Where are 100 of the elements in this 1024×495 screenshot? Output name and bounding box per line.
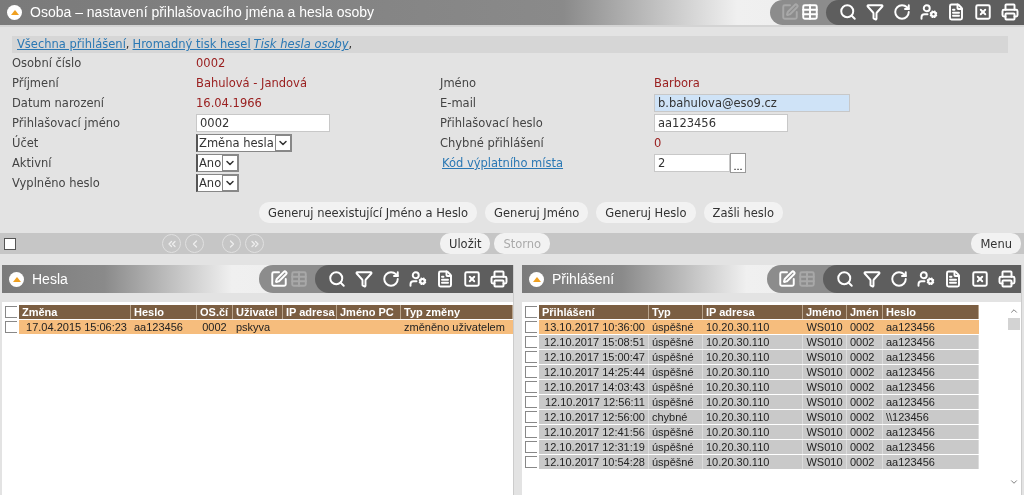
text-field[interactable]: 2 bbox=[654, 154, 730, 172]
column-header[interactable]: IP adresa bbox=[703, 304, 803, 319]
spreadsheet-export-icon[interactable] bbox=[970, 269, 990, 289]
email-field[interactable]: b.bahulova@eso9.cz bbox=[654, 94, 850, 112]
table-cell: WS010 bbox=[803, 394, 847, 409]
table-icon[interactable] bbox=[800, 2, 820, 23]
table-cell: 0002 bbox=[847, 364, 883, 379]
field-label: Aktivní bbox=[12, 156, 53, 170]
checkbox[interactable] bbox=[525, 425, 537, 438]
field-value: 0002 bbox=[196, 56, 226, 70]
action-button[interactable]: Generuj Heslo bbox=[596, 202, 696, 223]
search-icon[interactable] bbox=[835, 269, 855, 289]
checkbox[interactable] bbox=[525, 410, 537, 423]
column-header[interactable]: IP adresa bbox=[283, 304, 337, 319]
refresh-icon[interactable] bbox=[889, 269, 909, 289]
table-cell: 10.20.30.110 bbox=[703, 454, 803, 469]
table-cell: 12.10.2017 12:41:56 bbox=[539, 424, 649, 439]
checkbox[interactable] bbox=[525, 440, 537, 453]
column-header[interactable]: Typ bbox=[649, 304, 703, 319]
spreadsheet-export-icon[interactable] bbox=[973, 2, 993, 23]
menu-button[interactable]: Menu bbox=[971, 233, 1021, 254]
collapse-icon[interactable] bbox=[529, 271, 544, 287]
field-label: E-mail bbox=[440, 96, 478, 110]
table-cell: úspěšné bbox=[649, 454, 703, 469]
table-cell: WS010 bbox=[803, 319, 847, 334]
column-header[interactable]: Jméno bbox=[803, 304, 847, 319]
lookup-button[interactable]: ... bbox=[730, 153, 746, 173]
spreadsheet-export-icon[interactable] bbox=[462, 269, 482, 289]
document-icon[interactable] bbox=[946, 2, 966, 23]
text-field[interactable]: aa123456 bbox=[654, 114, 788, 132]
checkbox[interactable] bbox=[525, 320, 537, 333]
table-cell: 0002 bbox=[847, 334, 883, 349]
table-cell: WS010 bbox=[803, 409, 847, 424]
checkbox[interactable] bbox=[525, 455, 537, 468]
table-cell: 0002 bbox=[847, 379, 883, 394]
checkbox[interactable] bbox=[525, 305, 537, 318]
action-button[interactable]: Generuj neexistující Jméno a Heslo bbox=[259, 202, 478, 223]
user-gear-icon[interactable] bbox=[919, 2, 939, 23]
column-header[interactable]: Typ změny bbox=[401, 304, 513, 319]
checkbox[interactable] bbox=[4, 237, 16, 250]
edit-icon[interactable] bbox=[269, 269, 289, 289]
refresh-icon[interactable] bbox=[381, 269, 401, 289]
print-icon[interactable] bbox=[489, 269, 509, 289]
column-header[interactable]: Uživatel bbox=[233, 304, 283, 319]
action-button[interactable]: Generuj Jméno bbox=[485, 202, 589, 223]
print-icon[interactable] bbox=[1000, 2, 1020, 23]
table-cell: 0002 bbox=[847, 454, 883, 469]
search-icon[interactable] bbox=[838, 2, 858, 23]
document-icon[interactable] bbox=[435, 269, 455, 289]
search-icon[interactable] bbox=[327, 269, 347, 289]
table-cell: úspěšné bbox=[649, 439, 703, 454]
field-link[interactable]: Kód výplatního místa bbox=[440, 156, 654, 170]
column-header[interactable]: OS.čí bbox=[197, 304, 233, 319]
scroll-down-icon[interactable] bbox=[1009, 477, 1019, 487]
toolbar-button[interactable]: Uložit bbox=[440, 233, 491, 254]
link[interactable]: Tisk hesla osoby bbox=[253, 37, 349, 52]
checkbox[interactable] bbox=[525, 380, 537, 393]
dropdown[interactable]: Ano bbox=[196, 174, 240, 192]
column-header[interactable]: Změna bbox=[19, 304, 131, 319]
table-cell: aa123456 bbox=[883, 364, 979, 379]
filter-icon[interactable] bbox=[862, 269, 882, 289]
checkbox[interactable] bbox=[525, 365, 537, 378]
column-header[interactable]: Heslo bbox=[131, 304, 197, 319]
collapse-icon[interactable] bbox=[9, 271, 24, 287]
table-cell: 10.20.30.110 bbox=[703, 379, 803, 394]
filter-icon[interactable] bbox=[354, 269, 374, 289]
action-button[interactable]: Zašli heslo bbox=[703, 202, 784, 223]
print-icon[interactable] bbox=[997, 269, 1017, 289]
table-cell: úspěšné bbox=[649, 334, 703, 349]
table-cell: 10.20.30.110 bbox=[703, 439, 803, 454]
document-icon[interactable] bbox=[943, 269, 963, 289]
dropdown[interactable]: Ano bbox=[196, 154, 240, 172]
link[interactable]: Hromadný tisk hesel bbox=[132, 37, 251, 52]
checkbox[interactable] bbox=[525, 335, 537, 348]
table-cell: 12.10.2017 10:54:28 bbox=[539, 454, 649, 469]
checkbox[interactable] bbox=[525, 350, 537, 363]
field-label: Přihlašovací heslo bbox=[440, 116, 544, 130]
text-field[interactable]: 0002 bbox=[196, 114, 330, 132]
caret-icon bbox=[274, 135, 291, 151]
column-header[interactable]: Heslo bbox=[883, 304, 979, 319]
dropdown[interactable]: Změna hesla bbox=[196, 134, 292, 152]
checkbox[interactable] bbox=[525, 395, 537, 408]
checkbox[interactable] bbox=[5, 305, 17, 318]
user-gear-icon[interactable] bbox=[916, 269, 936, 289]
column-header[interactable]: Jmén bbox=[847, 304, 883, 319]
collapse-icon[interactable] bbox=[7, 4, 22, 20]
table-cell: 12.10.2017 15:08:51 bbox=[539, 334, 649, 349]
scroll-thumb[interactable] bbox=[1008, 318, 1020, 330]
edit-icon[interactable] bbox=[777, 269, 797, 289]
table-cell: úspěšné bbox=[649, 424, 703, 439]
table-cell: 10.20.30.110 bbox=[703, 424, 803, 439]
link[interactable]: Všechna přihlášení bbox=[17, 37, 126, 52]
window-title: Osoba – nastavení přihlašovacího jména a hesla osoby bbox=[30, 4, 374, 21]
checkbox[interactable] bbox=[5, 320, 17, 333]
column-header[interactable]: Jméno PC bbox=[337, 304, 401, 319]
filter-icon[interactable] bbox=[865, 2, 885, 23]
column-header[interactable]: Přihlášení bbox=[539, 304, 649, 319]
refresh-icon[interactable] bbox=[892, 2, 912, 23]
user-gear-icon[interactable] bbox=[408, 269, 428, 289]
scroll-up-icon[interactable] bbox=[1009, 306, 1019, 316]
